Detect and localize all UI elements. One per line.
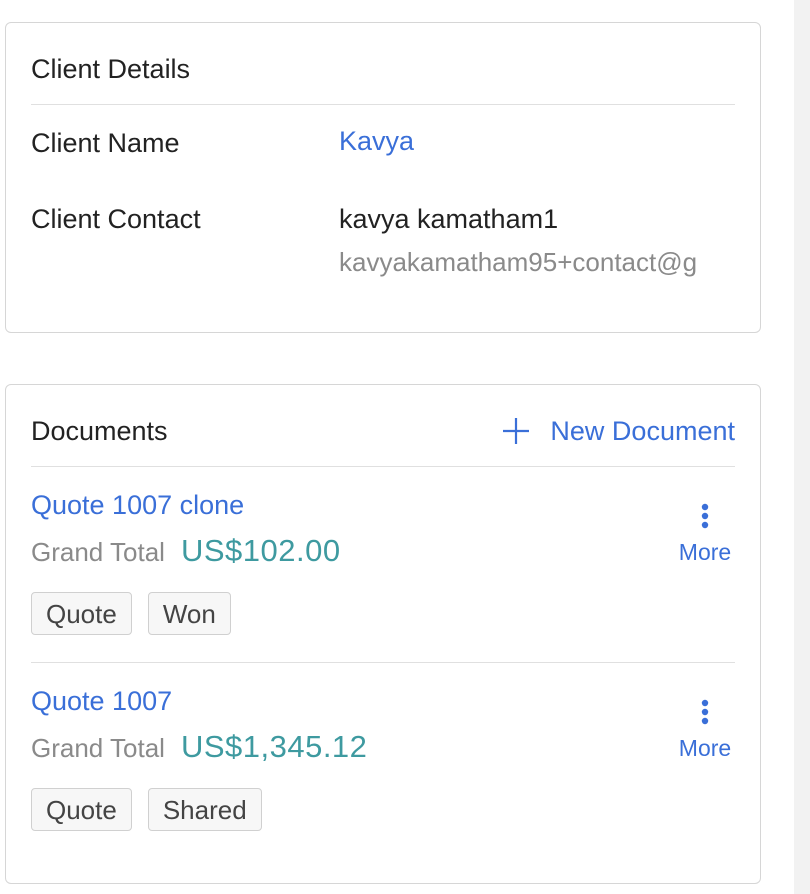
document-title-link[interactable]: Quote 1007 [31, 685, 172, 717]
status-badge: Shared [147, 788, 262, 831]
vertical-dots-icon [701, 503, 709, 534]
client-contact-name: kavya kamatham1 [339, 204, 559, 234]
grand-total-label: Grand Total [31, 733, 165, 763]
tag-badge: Quote [31, 788, 132, 831]
more-menu-button[interactable]: More [675, 699, 735, 762]
new-document-button[interactable]: New Document [502, 415, 735, 447]
client-details-title: Client Details [31, 54, 191, 84]
documents-card: Documents New Document Quote 1007 clone … [5, 384, 761, 884]
plus-icon [502, 417, 530, 445]
client-contact-email: kavyakamatham95+contact@g [339, 247, 698, 277]
documents-header: Documents New Document [31, 385, 735, 467]
document-title-link[interactable]: Quote 1007 clone [31, 489, 244, 521]
client-name-link[interactable]: Kavya [339, 125, 414, 157]
more-label: More [678, 539, 732, 565]
status-badge: Won [147, 592, 231, 635]
grand-total-label: Grand Total [31, 537, 165, 567]
document-item: Quote 1007 clone Grand Total US$102.00 Q… [31, 467, 735, 663]
document-tags: Quote Shared [31, 788, 262, 831]
grand-total-value: US$102.00 [180, 533, 341, 568]
grand-total-value: US$1,345.12 [180, 729, 368, 764]
scrollbar-gutter[interactable] [794, 0, 810, 894]
documents-title: Documents [31, 416, 168, 446]
client-name-label: Client Name [31, 128, 180, 158]
grand-total-row: Grand Total US$1,345.12 [31, 729, 367, 765]
document-tags: Quote Won [31, 592, 231, 635]
client-details-card: Client Details Client Name Kavya Client … [5, 22, 761, 333]
client-contact-label: Client Contact [31, 204, 201, 234]
vertical-dots-icon [701, 699, 709, 730]
client-details-header: Client Details [31, 23, 735, 105]
document-item: Quote 1007 Grand Total US$1,345.12 Quote… [31, 663, 735, 859]
new-document-label: New Document [550, 416, 735, 446]
tag-badge: Quote [31, 592, 132, 635]
more-menu-button[interactable]: More [675, 503, 735, 566]
more-label: More [678, 735, 732, 761]
grand-total-row: Grand Total US$102.00 [31, 533, 341, 569]
